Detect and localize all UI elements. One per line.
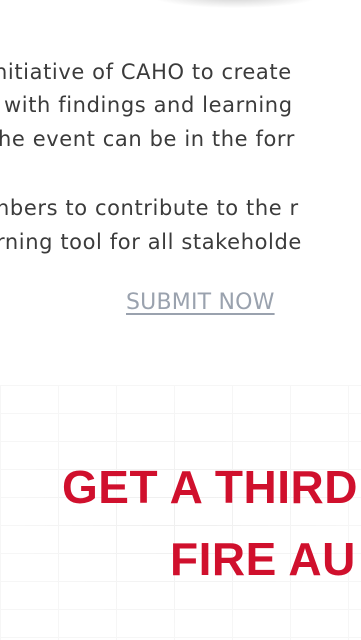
intro-line: nbers to contribute to the r	[0, 196, 299, 220]
submit-now-link[interactable]: SUBMIT NOW	[126, 290, 275, 315]
banner-heading-line-2: FIRE AU	[170, 533, 356, 585]
intro-paragraph-2: nbers to contribute to the r rning tool …	[0, 191, 361, 271]
intro-line: nitiative of CAHO to create	[0, 60, 292, 84]
top-card-shadow	[150, 0, 320, 8]
intro-line: he event can be in the forr	[0, 127, 296, 151]
banner-heading-line-1: GET A THIRD	[62, 461, 358, 513]
intro-line: with findings and learning	[4, 93, 293, 117]
intro-line: rning tool for all stakeholde	[0, 230, 302, 254]
